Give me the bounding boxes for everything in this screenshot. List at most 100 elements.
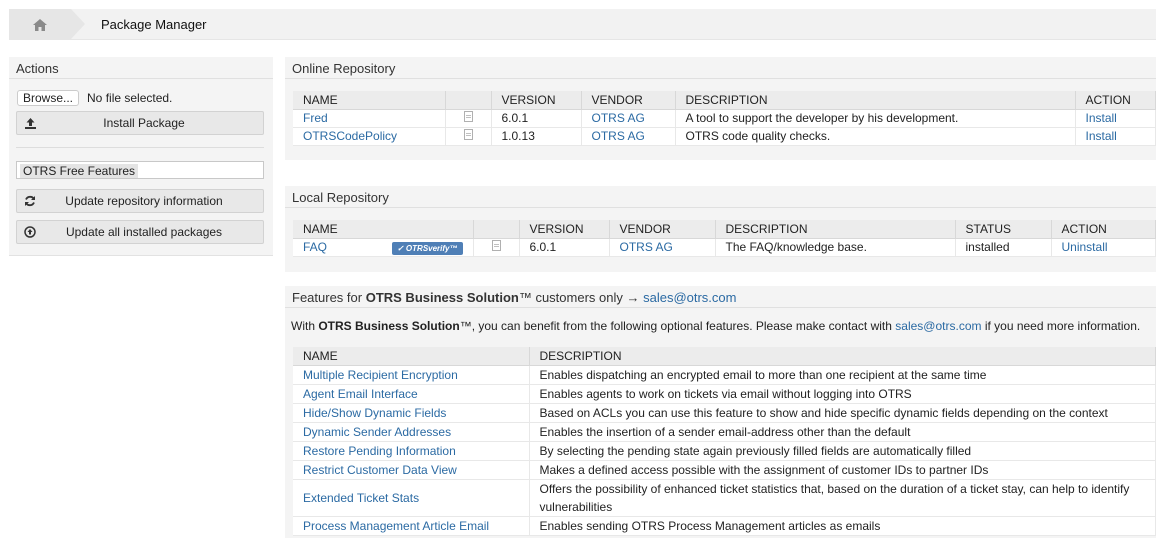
col-vendor: VENDOR (609, 220, 716, 239)
page-title: Package Manager (101, 17, 207, 32)
feature-link[interactable]: Dynamic Sender Addresses (303, 425, 451, 439)
features-title-bold: OTRS Business Solution (365, 290, 519, 305)
sales-email-link[interactable]: sales@otrs.com (895, 319, 981, 333)
col-status: STATUS (955, 220, 1052, 239)
col-action: ACTION (1075, 91, 1156, 110)
install-link[interactable]: Install (1086, 111, 1117, 125)
intro-mid: ™, you can benefit from the following op… (459, 319, 896, 333)
col-version: VERSION (491, 91, 582, 110)
package-name-link[interactable]: FAQ (303, 240, 327, 254)
col-doc (473, 220, 520, 239)
feature-description: By selecting the pending state again pre… (529, 441, 1156, 461)
col-version: VERSION (519, 220, 610, 239)
feature-link[interactable]: Extended Ticket Stats (303, 491, 419, 505)
feature-link[interactable]: Restore Pending Information (303, 444, 456, 458)
feature-link[interactable]: Process Management Article Email (303, 519, 489, 533)
local-repository-panel: Local Repository NAME VERSION VENDOR DES… (285, 186, 1156, 272)
col-name: NAME (293, 347, 530, 366)
feature-description: Enables agents to work on tickets via em… (529, 384, 1156, 404)
package-description: The FAQ/knowledge base. (715, 238, 956, 257)
table-row: Process Management Article Email Enables … (293, 516, 1156, 536)
intro-suffix: if you need more information. (981, 319, 1141, 333)
local-repository-title: Local Repository (285, 186, 1156, 208)
file-upload: Browse... No file selected. (17, 90, 172, 106)
update-repository-label: Update repository information (65, 194, 223, 208)
uninstall-link[interactable]: Uninstall (1062, 240, 1108, 254)
upload-icon (17, 117, 43, 129)
intro-prefix: With (291, 319, 319, 333)
col-name: NAME (293, 91, 446, 110)
package-name-link[interactable]: Fred (303, 111, 328, 125)
table-row: Hide/Show Dynamic Fields Based on ACLs yo… (293, 403, 1156, 423)
document-icon[interactable] (491, 240, 501, 251)
refresh-icon (17, 195, 43, 207)
update-repository-button[interactable]: Update repository information (16, 189, 264, 213)
package-description: OTRS code quality checks. (675, 127, 1076, 146)
features-table: NAME DESCRIPTION Multiple Recipient Encr… (293, 347, 1156, 536)
update-all-packages-label: Update all installed packages (65, 225, 223, 239)
package-version: 6.0.1 (519, 238, 610, 257)
otrs-verify-badge: ✓ OTRSverify™ (392, 241, 463, 255)
circle-arrow-up-icon (17, 226, 43, 238)
col-description: DESCRIPTION (675, 91, 1076, 110)
vendor-link[interactable]: OTRS AG (592, 129, 645, 143)
online-repository-title: Online Repository (285, 57, 1156, 79)
feature-link[interactable]: Multiple Recipient Encryption (303, 368, 458, 382)
table-row: Dynamic Sender Addresses Enables the inse… (293, 422, 1156, 442)
table-row: Fred 6.0.1 OTRS AG A tool to support the… (293, 109, 1156, 128)
document-icon[interactable] (463, 111, 473, 122)
table-row: Restore Pending Information By selecting … (293, 441, 1156, 461)
install-package-button[interactable]: Install Package (16, 111, 264, 135)
feature-description: Enables sending OTRS Process Management … (529, 516, 1156, 536)
online-repository-table: NAME VERSION VENDOR DESCRIPTION ACTION F… (293, 91, 1156, 146)
vendor-link[interactable]: OTRS AG (592, 111, 645, 125)
table-row: Agent Email Interface Enables agents to w… (293, 384, 1156, 404)
col-name: NAME (293, 220, 474, 239)
feature-description: Enables dispatching an encrypted email t… (529, 365, 1156, 385)
table-row: Extended Ticket Stats Offers the possibil… (293, 479, 1156, 517)
col-vendor: VENDOR (581, 91, 676, 110)
col-description: DESCRIPTION (529, 347, 1156, 366)
feature-link[interactable]: Hide/Show Dynamic Fields (303, 406, 446, 420)
feature-link[interactable]: Agent Email Interface (303, 387, 418, 401)
col-doc (445, 91, 492, 110)
breadcrumb: Package Manager (9, 9, 1156, 40)
table-row: Restrict Customer Data View Makes a defin… (293, 460, 1156, 480)
feature-description: Makes a defined access possible with the… (529, 460, 1156, 480)
install-package-label: Install Package (103, 116, 185, 130)
features-title: Features for OTRS Business Solution™ cus… (285, 286, 1156, 308)
features-intro: With OTRS Business Solution™, you can be… (291, 319, 1140, 333)
actions-sidebar: Actions Browse... No file selected. Inst… (9, 57, 273, 256)
package-name-link[interactable]: OTRSCodePolicy (303, 129, 397, 143)
online-repository-panel: Online Repository NAME VERSION VENDOR DE… (285, 57, 1156, 160)
browse-button[interactable]: Browse... (17, 90, 80, 106)
local-repository-table: NAME VERSION VENDOR DESCRIPTION STATUS A… (293, 220, 1156, 257)
package-status: installed (955, 238, 1052, 257)
col-description: DESCRIPTION (715, 220, 956, 239)
sales-email-link[interactable]: sales@otrs.com (643, 290, 736, 305)
feature-description: Enables the insertion of a sender email-… (529, 422, 1156, 442)
file-status: No file selected. (87, 91, 173, 105)
update-all-packages-button[interactable]: Update all installed packages (16, 220, 264, 244)
actions-title: Actions (9, 57, 273, 79)
col-action: ACTION (1051, 220, 1156, 239)
table-row: FAQ ✓ OTRSverify™ 6.0.1 OTRS AG The FAQ/… (293, 238, 1156, 257)
divider (16, 147, 264, 148)
package-version: 1.0.13 (491, 127, 582, 146)
breadcrumb-home[interactable] (9, 9, 85, 40)
document-icon[interactable] (463, 129, 473, 140)
repository-select[interactable]: OTRS Free Features (16, 161, 264, 179)
vendor-link[interactable]: OTRS AG (620, 240, 673, 254)
feature-link[interactable]: Restrict Customer Data View (303, 463, 457, 477)
feature-description: Based on ACLs you can use this feature t… (529, 403, 1156, 423)
home-icon (33, 18, 47, 31)
features-title-suffix: ™ customers only → (518, 290, 644, 305)
table-row: Multiple Recipient Encryption Enables dis… (293, 365, 1156, 385)
package-version: 6.0.1 (491, 109, 582, 128)
feature-description: Offers the possibility of enhanced ticke… (529, 479, 1156, 517)
package-description: A tool to support the developer by his d… (675, 109, 1076, 128)
table-row: OTRSCodePolicy 1.0.13 OTRS AG OTRS code … (293, 127, 1156, 146)
install-link[interactable]: Install (1086, 129, 1117, 143)
intro-bold: OTRS Business Solution (318, 319, 460, 333)
features-title-prefix: Features for (292, 290, 366, 305)
